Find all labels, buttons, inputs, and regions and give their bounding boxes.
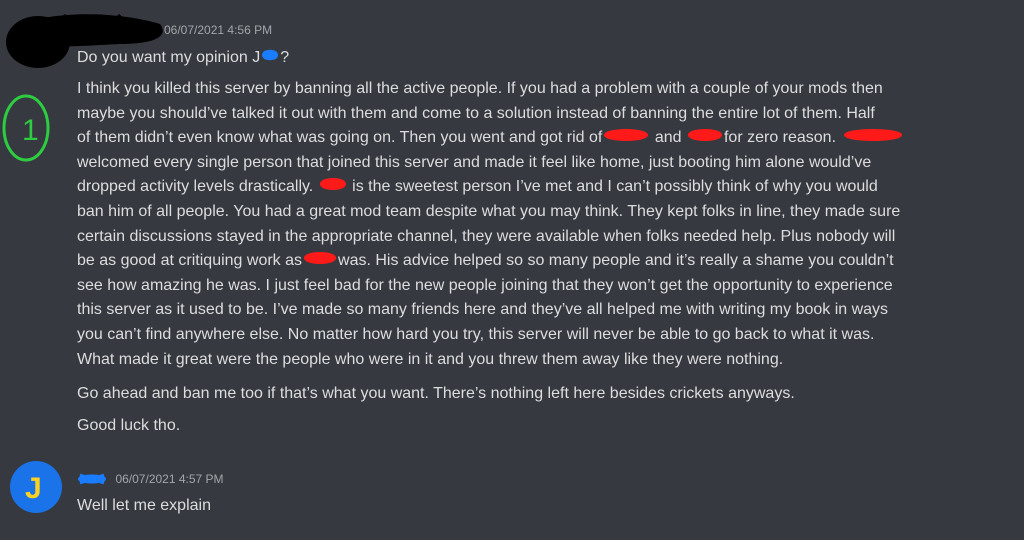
message-paragraph: I think you killed this server by bannin… bbox=[77, 77, 1012, 372]
annotation-digit: 1 bbox=[22, 114, 39, 147]
message-line: welcomed every single person that joined… bbox=[77, 153, 872, 171]
text-segment: of them didn’t even know what was going … bbox=[77, 129, 603, 147]
message-header-1: 06/07/2021 4:56 PM bbox=[150, 21, 272, 39]
message-group-2: J 06/07/2021 4:57 PM Well let me explain bbox=[0, 450, 1024, 540]
message-line: this server as it used to be. I’ve made … bbox=[77, 301, 889, 319]
redaction-scribble-blue bbox=[262, 49, 279, 61]
avatar-letter-j: J bbox=[25, 472, 42, 505]
text-segment: for zero reason. bbox=[723, 129, 837, 147]
message-group-1: 06/07/2021 4:56 PM Do you want my opinio… bbox=[0, 0, 1024, 450]
text-segment: dropped activity levels drastically. bbox=[77, 178, 318, 196]
message-line: dropped activity levels drastically. is … bbox=[77, 175, 1012, 200]
redaction-scribble-red bbox=[604, 129, 649, 142]
redaction-scribble-red bbox=[687, 129, 722, 142]
message-line: I think you killed this server by bannin… bbox=[77, 80, 883, 97]
message-line: maybe you should’ve talked it out with t… bbox=[77, 104, 875, 122]
text-segment: Do you want my opinion J bbox=[77, 49, 261, 66]
message-line: of them didn’t even know what was going … bbox=[77, 126, 1012, 151]
redaction-scribble-red bbox=[319, 178, 346, 191]
message-line: see how amazing he was. I just feel bad … bbox=[77, 276, 893, 294]
text-segment: is the sweetest person I’ve met and I ca… bbox=[347, 178, 878, 196]
message-line-opinion: Do you want my opinion J? bbox=[77, 46, 1012, 71]
message-line-good-luck: Good luck tho. bbox=[77, 417, 181, 434]
message-line: What made it great were the people who w… bbox=[77, 350, 784, 368]
message-line: certain discussions stayed in the approp… bbox=[77, 227, 896, 245]
text-segment: was. His advice helped so so many people… bbox=[338, 252, 894, 270]
annotation-circle-1: 1 bbox=[2, 94, 50, 162]
text-segment: ? bbox=[280, 49, 290, 66]
redaction-scribble-red bbox=[304, 252, 337, 265]
message-line-ban: Go ahead and ban me too if that’s what y… bbox=[77, 385, 795, 402]
avatar[interactable]: J bbox=[10, 461, 62, 513]
timestamp[interactable]: 06/07/2021 4:57 PM bbox=[115, 472, 223, 486]
avatar-letter: J bbox=[25, 472, 42, 505]
redaction-scribble-red bbox=[844, 129, 903, 142]
timestamp[interactable]: 06/07/2021 4:56 PM bbox=[164, 23, 272, 37]
redaction-scribble-blue[interactable] bbox=[77, 471, 107, 487]
message-line: be as good at critiquing work as was. His… bbox=[77, 249, 1012, 274]
message-line-explain: Well let me explain bbox=[77, 497, 211, 514]
chat-log: 06/07/2021 4:56 PM Do you want my opinio… bbox=[0, 0, 1024, 540]
message-header-2: 06/07/2021 4:57 PM bbox=[77, 470, 224, 488]
text-segment: be as good at critiquing work as bbox=[77, 252, 303, 270]
text-segment: and bbox=[650, 129, 686, 147]
message-line: you can’t find anywhere else. No matter … bbox=[77, 325, 875, 343]
message-line: ban him of all people. You had a great m… bbox=[77, 202, 901, 220]
